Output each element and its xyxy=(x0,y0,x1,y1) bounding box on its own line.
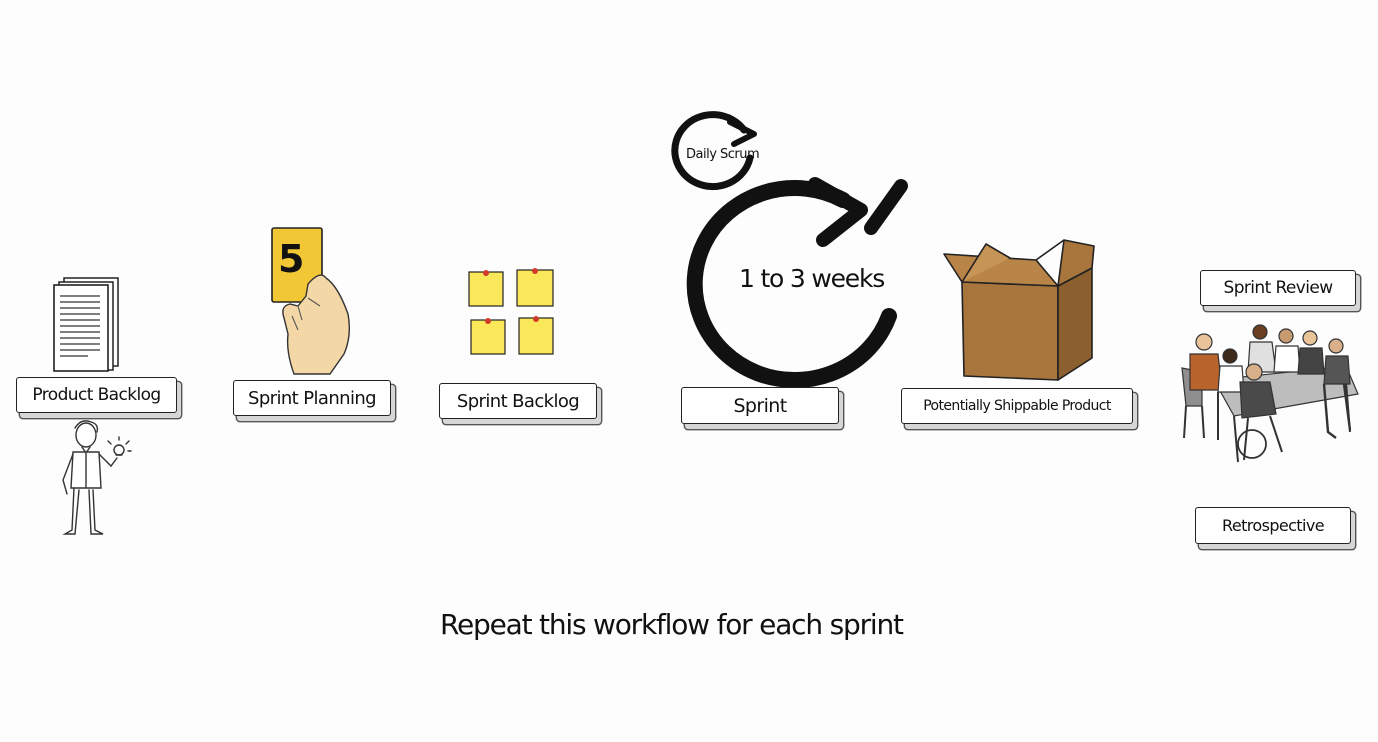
retrospective-label: Retrospective xyxy=(1195,507,1351,544)
sprint-label: Sprint xyxy=(681,387,839,424)
daily-scrum-label: Daily Scrum xyxy=(686,147,760,162)
planning-card-value: 5 xyxy=(278,237,304,281)
scrum-workflow-diagram: Product Backlog 5 Sprint Planning Sprint… xyxy=(0,0,1378,742)
sprint-duration-label: 1 to 3 weeks xyxy=(739,264,885,293)
documents-icon xyxy=(53,277,119,372)
sticky-notes-icon xyxy=(468,268,554,355)
repeat-workflow-caption: Repeat this workflow for each sprint xyxy=(440,608,904,641)
sprint-backlog-label: Sprint Backlog xyxy=(439,383,597,419)
product-backlog-label: Product Backlog xyxy=(16,377,177,413)
potentially-shippable-product-label: Potentially Shippable Product xyxy=(901,388,1133,424)
sprint-review-label: Sprint Review xyxy=(1200,270,1356,306)
team-meeting-icon xyxy=(1181,324,1359,463)
product-owner-icon xyxy=(62,420,132,535)
sprint-planning-label: Sprint Planning xyxy=(233,380,391,416)
shipping-box-icon xyxy=(943,239,1095,381)
planning-poker-card-icon: 5 xyxy=(271,227,351,375)
